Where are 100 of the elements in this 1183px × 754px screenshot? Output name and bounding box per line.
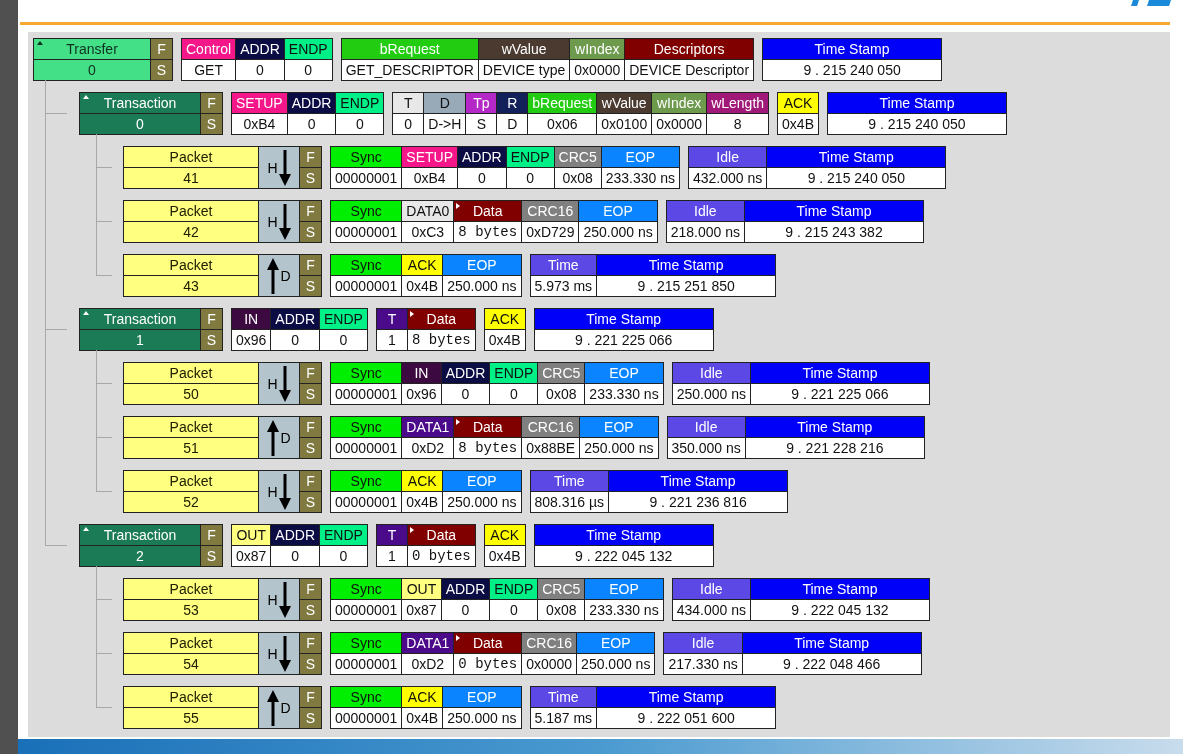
- field-header: Data: [454, 633, 522, 653]
- row-title[interactable]: Packet: [124, 417, 258, 437]
- field-header: Sync: [331, 687, 402, 707]
- field-header: ENDP: [284, 39, 332, 59]
- field-header: Time: [530, 255, 597, 275]
- field-header: Time Stamp: [742, 633, 921, 653]
- expand-triangle-icon[interactable]: [456, 203, 461, 209]
- field-header: Data: [454, 417, 522, 437]
- field-value: 0x4B: [484, 329, 525, 350]
- direction-label: H: [267, 159, 278, 176]
- field-value: GET: [182, 59, 236, 80]
- down-arrow-icon: [278, 203, 291, 240]
- row-number: 53: [124, 599, 258, 620]
- flag-label: F: [201, 93, 222, 113]
- field-header: CRC5: [538, 363, 585, 383]
- field-value: 0: [441, 599, 490, 620]
- field-value: 9 . 222 048 466: [742, 653, 921, 674]
- field-header: EOP: [580, 417, 658, 437]
- direction-label: H: [267, 591, 278, 608]
- field-value: 9 . 215 243 382: [745, 221, 923, 242]
- field-value: 250.000 ns: [579, 221, 657, 242]
- collapse-caret-icon[interactable]: [83, 95, 89, 99]
- field-header: OUT: [402, 579, 441, 599]
- field-value: 1: [376, 545, 407, 566]
- field-value: 432.000 ns: [689, 167, 767, 188]
- field-value: 0xD2: [402, 653, 454, 674]
- direction-label: H: [267, 645, 278, 662]
- expand-triangle-icon[interactable]: [456, 635, 461, 641]
- field-value: 0: [506, 167, 554, 188]
- field-value: 233.330 ns: [601, 167, 679, 188]
- row-title[interactable]: Packet: [124, 471, 258, 491]
- collapse-caret-icon[interactable]: [83, 311, 89, 315]
- field-header: Idle: [664, 633, 742, 653]
- field-value: 9 . 222 045 132: [534, 545, 713, 566]
- field-header: Time Stamp: [597, 255, 776, 275]
- expand-triangle-icon[interactable]: [409, 311, 414, 317]
- row-title[interactable]: Transaction: [80, 93, 200, 113]
- field-value: 9 . 222 045 132: [750, 599, 929, 620]
- expand-triangle-icon[interactable]: [456, 419, 461, 425]
- flag-label: F: [300, 363, 321, 383]
- field-value: 0 bytes: [407, 545, 475, 566]
- field-value: 9 . 221 236 816: [609, 491, 788, 512]
- field-value: 0x0100: [597, 113, 652, 134]
- collapse-caret-icon[interactable]: [37, 41, 43, 45]
- field-value: 808.316 µs: [530, 491, 609, 512]
- row-title[interactable]: Packet: [124, 201, 258, 221]
- field-header: Idle: [672, 579, 750, 599]
- field-header: ENDP: [506, 147, 554, 167]
- field-header: ACK: [484, 525, 525, 545]
- field-value: DEVICE type: [478, 59, 570, 80]
- field-header: Time Stamp: [750, 363, 929, 383]
- flag-label: S: [300, 707, 321, 728]
- field-value: 250.000 ns: [443, 491, 521, 512]
- collapse-caret-icon[interactable]: [83, 527, 89, 531]
- row-title[interactable]: Packet: [124, 633, 258, 653]
- expand-triangle-icon[interactable]: [409, 527, 414, 533]
- field-header: Sync: [331, 201, 402, 221]
- field-header: wIndex: [652, 93, 707, 113]
- row-title[interactable]: Transfer: [34, 39, 150, 59]
- field-header: EOP: [443, 471, 521, 491]
- field-value: 0xD2: [402, 437, 454, 458]
- field-header: CRC16: [522, 201, 579, 221]
- field-header: T: [376, 309, 407, 329]
- field-value: 0x87: [402, 599, 441, 620]
- field-value: 5.973 ms: [530, 275, 597, 296]
- field-value: DEVICE Descriptor: [625, 59, 754, 80]
- field-value: 1: [376, 329, 407, 350]
- field-header: ACK: [402, 687, 443, 707]
- row-title[interactable]: Transaction: [80, 525, 200, 545]
- field-value: 0: [441, 383, 490, 404]
- row-title[interactable]: Packet: [124, 687, 258, 707]
- direction-label: H: [267, 483, 278, 500]
- field-value: 00000001: [331, 275, 402, 296]
- field-value: 0xB4: [402, 167, 457, 188]
- flag-label: S: [300, 221, 321, 242]
- field-header: bRequest: [341, 39, 478, 59]
- row-title[interactable]: Packet: [124, 255, 258, 275]
- field-header: ADDR: [441, 579, 490, 599]
- field-value: D: [497, 113, 528, 134]
- field-header: Data: [407, 309, 475, 329]
- field-header: wValue: [478, 39, 570, 59]
- field-header: ACK: [778, 93, 818, 113]
- field-value: 0x4B: [402, 491, 443, 512]
- field-value: 0x4B: [778, 113, 818, 134]
- field-header: D: [424, 93, 466, 113]
- field-value: 0x88BE: [522, 437, 580, 458]
- flag-label: F: [201, 309, 222, 329]
- row-number: 0: [34, 59, 150, 80]
- field-header: Time Stamp: [745, 201, 923, 221]
- row-title[interactable]: Transaction: [80, 309, 200, 329]
- field-header: ADDR: [271, 525, 320, 545]
- field-value: S: [466, 113, 497, 134]
- field-header: ENDP: [320, 309, 367, 329]
- field-header: Tp: [466, 93, 497, 113]
- row-title[interactable]: Packet: [124, 579, 258, 599]
- field-value: 00000001: [331, 707, 402, 728]
- row-title[interactable]: Packet: [124, 147, 258, 167]
- field-header: CRC5: [538, 579, 585, 599]
- field-header: ACK: [402, 471, 443, 491]
- row-title[interactable]: Packet: [124, 363, 258, 383]
